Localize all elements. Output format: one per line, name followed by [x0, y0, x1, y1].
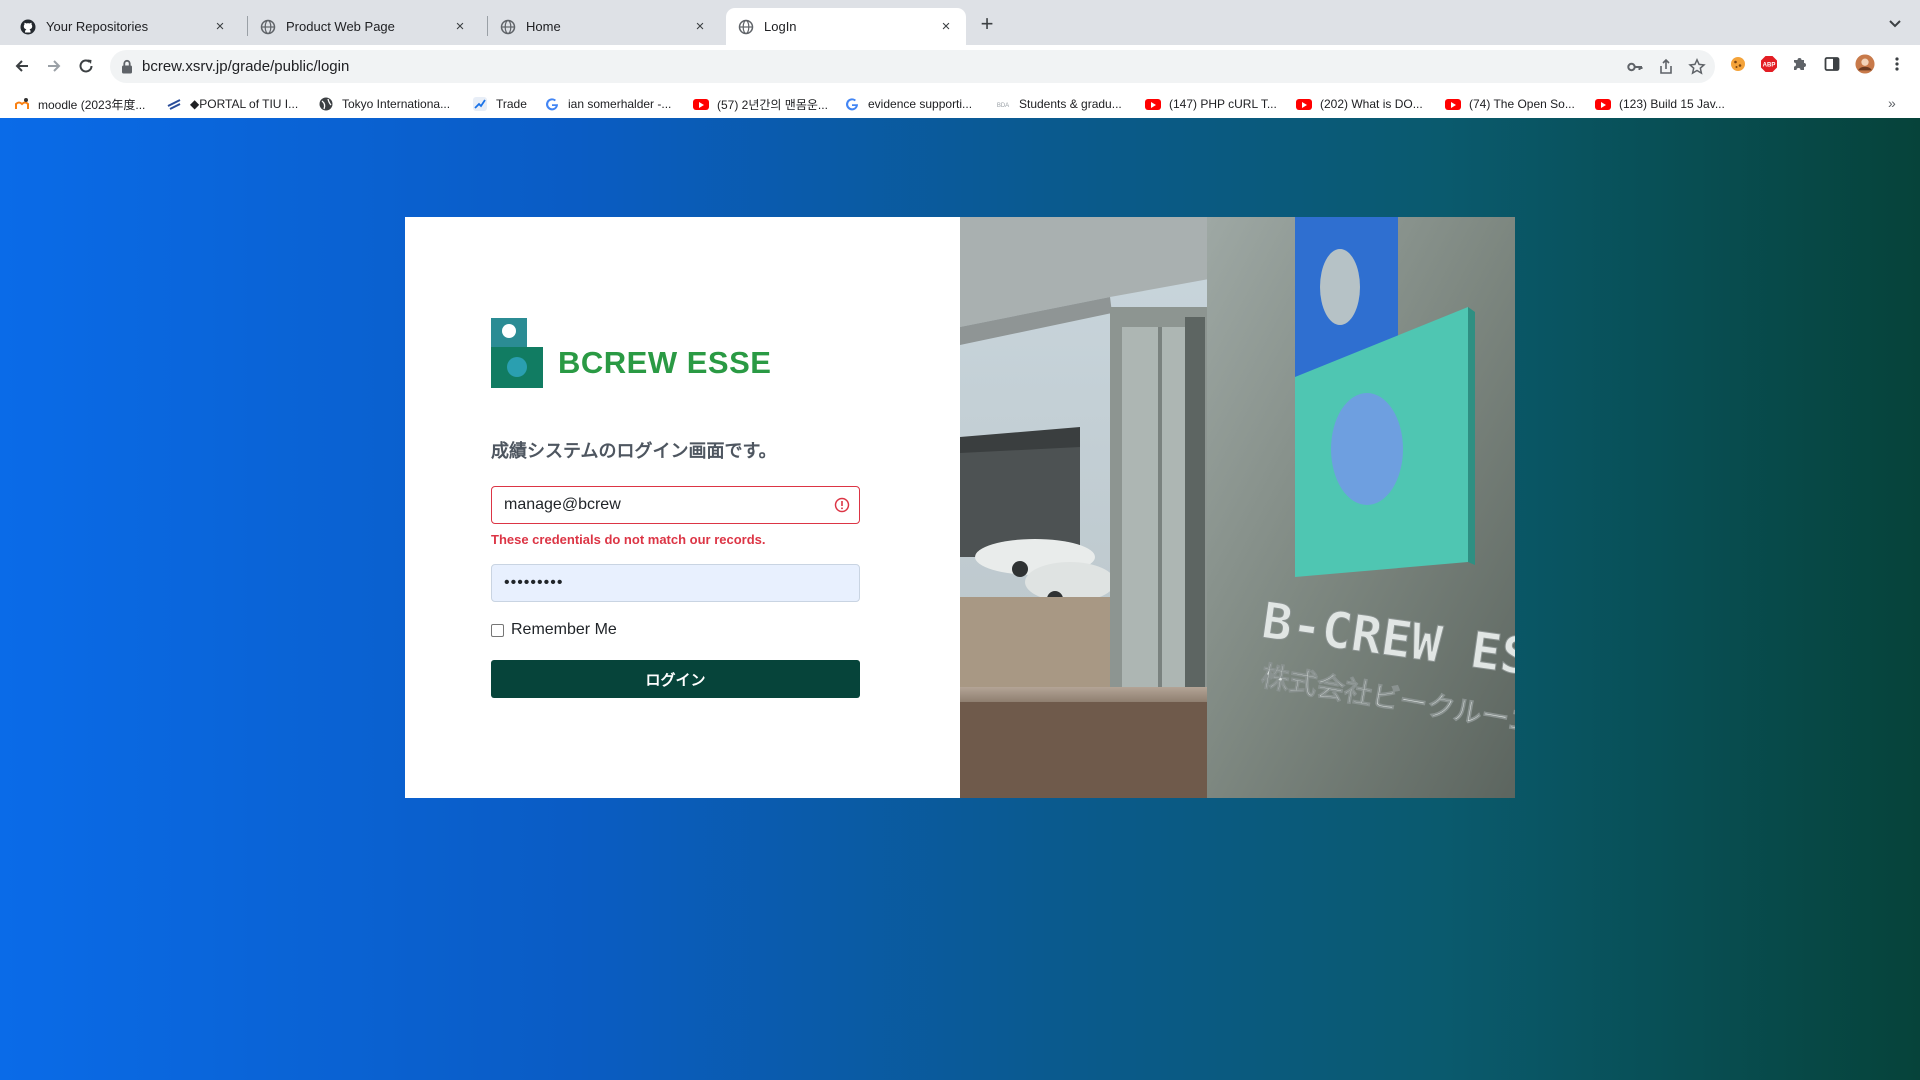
cookie-extension-icon[interactable] [1728, 54, 1748, 74]
reload-icon [79, 59, 93, 73]
key-icon[interactable] [1626, 58, 1644, 76]
close-icon[interactable]: × [212, 18, 228, 35]
avatar[interactable] [1855, 54, 1875, 74]
bookmark-label: (123) Build 15 Jav... [1619, 97, 1725, 111]
globe-icon [500, 19, 516, 35]
error-alert-icon [834, 497, 850, 513]
tab-title: Home [526, 19, 561, 34]
youtube-icon [1595, 96, 1611, 112]
side-panel-icon[interactable] [1822, 54, 1842, 74]
remember-me-checkbox[interactable] [491, 623, 504, 637]
tab-home[interactable]: Home × [488, 8, 720, 45]
address-text[interactable]: bcrew.xsrv.jp/grade/public/login [142, 58, 349, 75]
bookmark-moodle[interactable]: moodle (2023年度... [14, 95, 145, 113]
bookmark-trade[interactable]: Trade [472, 95, 527, 113]
brand-name: BCREW ESSE [558, 345, 772, 380]
svg-text:ABP: ABP [1763, 63, 1776, 69]
bookmark-students-graduates[interactable]: BDA Students & gradu... [995, 95, 1122, 113]
bookmark-label: evidence supporti... [868, 97, 973, 111]
page-background: BCREW ESSE 成績システムのログイン画面です。 manage@bcrew… [0, 118, 1920, 1080]
bookmark-tokyo-international[interactable]: Tokyo Internationa... [318, 95, 450, 113]
bookmark-label: ◆PORTAL of TIU I... [190, 97, 299, 111]
tab-your-repositories[interactable]: Your Repositories × [8, 8, 240, 45]
youtube-icon [1445, 96, 1461, 112]
forward-arrow-icon [48, 60, 61, 72]
youtube-icon [693, 96, 709, 112]
share-icon[interactable] [1657, 58, 1675, 76]
bookmark-label: Tokyo Internationa... [342, 97, 451, 111]
bcrew-logo-icon [491, 318, 543, 388]
bookmark-youtube-74[interactable]: (74) The Open So... [1445, 95, 1575, 113]
youtube-icon [1145, 96, 1161, 112]
tab-title: Product Web Page [286, 19, 395, 34]
tab-product-web-page[interactable]: Product Web Page × [248, 8, 480, 45]
bookmark-label: (57) 2년간의 맨몸운... [717, 97, 828, 112]
bookmark-youtube-123[interactable]: (123) Build 15 Jav... [1595, 95, 1725, 113]
close-icon[interactable]: × [692, 18, 708, 35]
adblock-plus-icon[interactable]: ABP [1759, 54, 1779, 74]
address-bar[interactable]: bcrew.xsrv.jp/grade/public/login [110, 50, 1715, 83]
globe-icon [738, 19, 754, 35]
login-button[interactable]: ログイン [491, 660, 860, 698]
bda-icon: BDA [995, 96, 1011, 112]
youtube-icon [1296, 96, 1312, 112]
email-value[interactable]: manage@bcrew [504, 496, 621, 514]
password-value[interactable]: ••••••••• [504, 574, 563, 592]
tab-title: LogIn [764, 19, 797, 34]
bookmark-label: Students & gradu... [1019, 97, 1122, 111]
bookmarks-bar: moodle (2023年度... ◆PORTAL of TIU I... To… [0, 87, 1920, 120]
bookmark-youtube-202[interactable]: (202) What is DO... [1296, 95, 1423, 113]
close-icon[interactable]: × [452, 18, 468, 35]
trade-icon [472, 96, 488, 112]
email-field[interactable]: manage@bcrew [491, 486, 860, 524]
remember-me-label[interactable]: Remember Me [511, 621, 617, 639]
back-arrow-icon [15, 60, 28, 72]
forward-button[interactable] [41, 53, 67, 79]
tab-search-chevron-icon[interactable] [1886, 14, 1904, 32]
bookmark-youtube-57[interactable]: (57) 2년간의 맨몸운... [693, 95, 828, 113]
remember-me[interactable]: Remember Me [491, 621, 617, 639]
globe-icon [260, 19, 276, 35]
portal-icon [166, 96, 182, 112]
office-building-photo: B-CREW ESSE 株式会社ビークルーエッセ [960, 217, 1515, 798]
bookmark-label: Trade [496, 97, 527, 111]
bookmark-label: (74) The Open So... [1469, 97, 1575, 111]
bookmark-evidence[interactable]: evidence supporti... [844, 95, 972, 113]
github-icon [20, 19, 36, 35]
bookmark-label: moodle (2023年度... [38, 97, 146, 112]
office-photo: B-CREW ESSE 株式会社ビークルーエッセ [960, 217, 1515, 798]
bookmark-portal[interactable]: ◆PORTAL of TIU I... [166, 95, 298, 113]
browser-toolbar: bcrew.xsrv.jp/grade/public/login ABP moo… [0, 45, 1920, 125]
tab-strip: Your Repositories × Product Web Page × H… [0, 0, 1920, 45]
kebab-menu-icon[interactable] [1887, 54, 1907, 74]
lock-icon[interactable] [120, 59, 134, 74]
google-icon [844, 96, 860, 112]
extensions-puzzle-icon[interactable] [1790, 54, 1810, 74]
svg-text:BDA: BDA [997, 103, 1009, 109]
globe-icon [318, 96, 334, 112]
back-button[interactable] [9, 53, 35, 79]
bookmark-youtube-147[interactable]: (147) PHP cURL T... [1145, 95, 1277, 113]
tab-title: Your Repositories [46, 19, 149, 34]
more-bookmarks-button[interactable]: » [1888, 95, 1896, 111]
reload-button[interactable] [73, 53, 99, 79]
bookmark-label: (202) What is DO... [1320, 97, 1423, 111]
tab-login[interactable]: LogIn × [726, 8, 966, 45]
login-form-panel: BCREW ESSE 成績システムのログイン画面です。 manage@bcrew… [405, 217, 960, 798]
login-card: BCREW ESSE 成績システムのログイン画面です。 manage@bcrew… [405, 217, 1515, 798]
password-field[interactable]: ••••••••• [491, 564, 860, 602]
moodle-icon [14, 96, 30, 112]
close-icon[interactable]: × [938, 18, 954, 35]
google-icon [544, 96, 560, 112]
bookmark-ian-somerhalder[interactable]: ian somerhalder -... [544, 95, 671, 113]
bookmark-label: (147) PHP cURL T... [1169, 97, 1277, 111]
page-subtitle: 成績システムのログイン画面です。 [491, 441, 777, 461]
bookmark-label: ian somerhalder -... [568, 97, 672, 111]
error-message: These credentials do not match our recor… [491, 532, 766, 547]
new-tab-button[interactable]: + [976, 13, 998, 35]
bookmark-star-icon[interactable] [1688, 58, 1706, 76]
